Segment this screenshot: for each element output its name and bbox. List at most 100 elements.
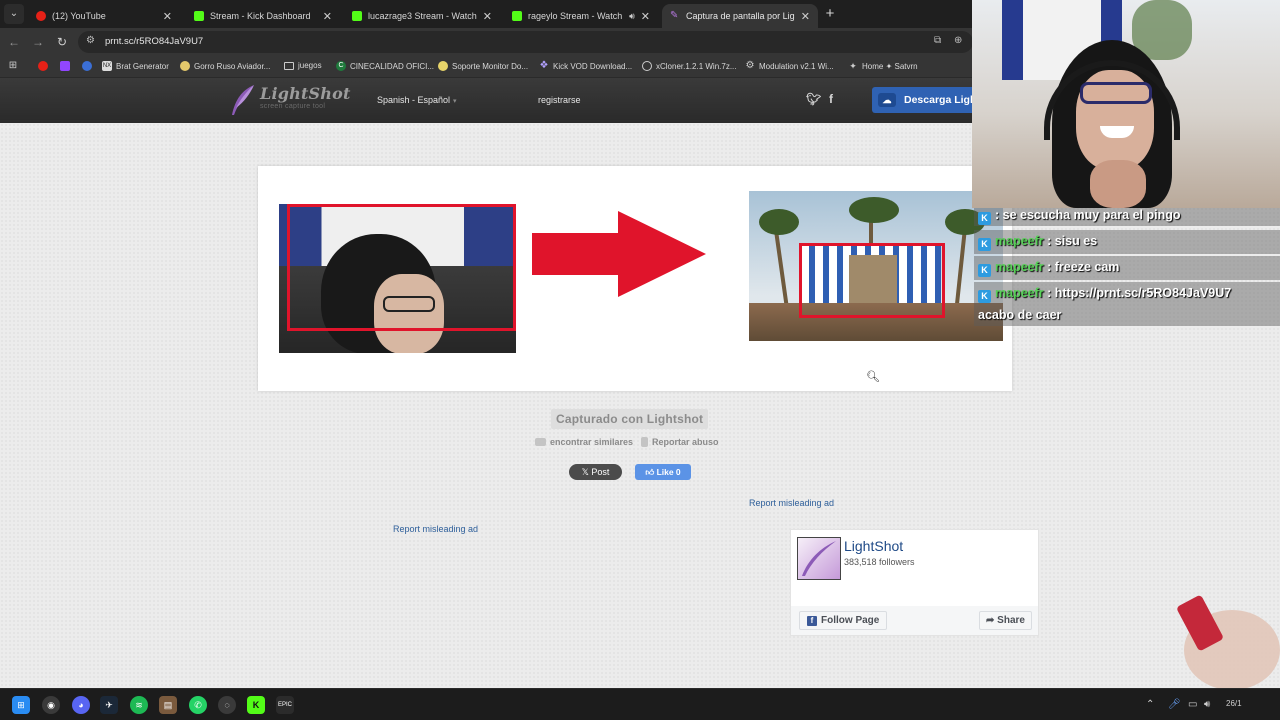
steam-icon[interactable]: ✈ [100, 696, 118, 714]
kick-badge-icon: K [978, 290, 991, 303]
bookmark-brat-generator[interactable]: NX Brat Generator [102, 61, 169, 71]
share-button[interactable]: ➦ Share [979, 611, 1032, 630]
facebook-page-widget: LightShot 383,518 followers f Follow Page… [790, 529, 1039, 636]
tab-rageylo-stream[interactable]: rageylo Stream - Watch Live 🔊︎ ✕ [504, 4, 658, 28]
kick-icon[interactable]: K [247, 696, 265, 714]
bookmark-xcloner[interactable]: xCloner.1.2.1 Win.7z... [642, 61, 736, 71]
bookmark-label: Soporte Monitor Do... [452, 61, 529, 71]
spotify-icon[interactable]: ≋ [130, 696, 148, 714]
bookmark-modulation[interactable]: ⚙ Modulation v2.1 Wi... [745, 61, 834, 71]
bookmark-label: Kick VOD Download... [553, 61, 633, 71]
bookmark-twitch[interactable] [60, 61, 74, 71]
close-tab-icon[interactable]: ✕ [641, 10, 650, 23]
discord-icon[interactable]: ◕ [72, 696, 90, 714]
epic-games-icon[interactable]: EPIC [276, 696, 294, 714]
whatsapp-icon[interactable]: ✆ [189, 696, 207, 714]
report-abuse-link[interactable]: Reportar abuso [652, 437, 719, 447]
stream-chat-overlay: K: se escucha muy para el pingo Kmapeefr… [974, 208, 1280, 326]
url-text[interactable]: prnt.sc/r5RO84JaV9U7 [105, 36, 203, 47]
screenshot-image[interactable] [258, 166, 1012, 391]
app-icon[interactable]: ▤ [159, 696, 177, 714]
cine-icon: C [336, 61, 346, 71]
fb-widget-footer: f Follow Page ➦ Share [791, 606, 1038, 635]
bookmark-folder-juegos[interactable]: juegos [284, 61, 322, 70]
fb-page-name[interactable]: LightShot [844, 538, 903, 554]
close-tab-icon[interactable]: ✕ [323, 10, 332, 23]
bookmark-soporte-monitor[interactable]: Soporte Monitor Do... [438, 61, 528, 71]
microphone-icon[interactable]: 🎤︎ [1168, 699, 1181, 710]
post-label: Post [591, 467, 610, 477]
bookmark-kick-vod[interactable]: ❖ Kick VOD Download... [539, 61, 633, 71]
forward-button[interactable]: → [29, 33, 47, 51]
bookmark-item[interactable] [82, 61, 96, 71]
lightshot-logo[interactable]: LightShot screen capture tool [230, 84, 351, 116]
kick-badge-icon: K [978, 264, 991, 277]
brat-icon: NX [102, 61, 112, 71]
new-tab-button[interactable]: + [822, 5, 838, 22]
kick-icon [512, 11, 522, 21]
chevron-up-icon[interactable]: ⌃ [1146, 699, 1154, 710]
kick-badge-icon: K [978, 238, 991, 251]
close-tab-icon[interactable]: ✕ [801, 10, 810, 23]
install-app-icon[interactable]: ⧉ [934, 35, 941, 46]
chevron-down-icon: ▾ [453, 98, 457, 105]
bookmark-satvrn[interactable]: ✦ Home ✦ Satvrn [848, 61, 918, 71]
reload-button[interactable]: ↻ [53, 33, 71, 51]
highlight-box [287, 204, 516, 331]
back-button[interactable]: ← [5, 33, 23, 51]
facebook-icon[interactable]: f [829, 92, 833, 106]
report-misleading-ad-link[interactable]: Report misleading ad [749, 498, 834, 508]
bookmark-label: juegos [298, 61, 322, 70]
close-tab-icon[interactable]: ✕ [163, 10, 172, 23]
start-menu-icon[interactable]: ⊞ [12, 696, 30, 714]
tab-title: Stream - Kick Dashboard [210, 11, 311, 21]
bookmark-youtube[interactable] [38, 61, 52, 71]
find-similar-link[interactable]: encontrar similares [550, 437, 633, 447]
share-icon: ➦ [986, 615, 998, 626]
kick-icon [194, 11, 204, 21]
tab-search-button[interactable]: ⌄ [4, 4, 24, 24]
volume-icon[interactable]: 🔊︎ [1204, 699, 1210, 710]
logo-wordmark: LightShot [260, 84, 351, 103]
twitch-icon [60, 61, 70, 71]
speaker-icon[interactable]: 🔊︎ [629, 11, 635, 22]
camera-icon [535, 438, 546, 446]
bookmark-cinecalidad[interactable]: C CINECALIDAD OFICI... [336, 61, 434, 71]
tab-youtube[interactable]: (12) YouTube ✕ [28, 4, 180, 28]
download-icon: ☁ [878, 93, 896, 107]
bookmark-gorro-ruso[interactable]: Gorro Ruso Aviador... [180, 61, 270, 71]
star-icon: ✦ [849, 61, 857, 71]
lightshot-icon: ✎ [670, 10, 679, 21]
display-icon[interactable]: ▭ [1188, 699, 1197, 710]
apps-icon[interactable]: ⊞ [8, 61, 22, 71]
follow-page-button[interactable]: f Follow Page [799, 611, 888, 630]
chat-message: K: se escucha muy para el pingo [978, 208, 1180, 225]
x-post-button[interactable]: 𝕏 Post [569, 464, 622, 480]
tab-kick-dashboard[interactable]: Stream - Kick Dashboard ✕ [186, 4, 340, 28]
twitter-icon[interactable]: 🐦︎ [806, 92, 821, 106]
bookmark-label: Home ✦ Satvrn [862, 61, 918, 71]
site-info-icon[interactable]: ⚙ [86, 35, 95, 46]
clock-date[interactable]: 26/1 [1226, 699, 1242, 708]
chat-username: mapeefr [995, 286, 1044, 300]
obs-icon[interactable]: ◌ [218, 696, 236, 714]
facebook-like-button[interactable]: 👍︎ Like 0 [635, 464, 691, 480]
tab-lightshot[interactable]: ✎ Captura de pantalla por Lightsh ✕ [662, 4, 818, 28]
chrome-icon[interactable]: ◉ [42, 696, 60, 714]
image-actions: encontrar similares Reportar abuso [535, 437, 719, 447]
report-misleading-ad-link[interactable]: Report misleading ad [393, 524, 478, 534]
address-bar[interactable]: ⚙ prnt.sc/r5RO84JaV9U7 ⧉ ⊕ [78, 31, 973, 53]
bookmark-label: xCloner.1.2.1 Win.7z... [656, 61, 737, 71]
tab-title: rageylo Stream - Watch Live [528, 11, 625, 21]
language-selector[interactable]: Spanish - Español ▾ [377, 95, 457, 105]
register-link[interactable]: registrarse [538, 95, 581, 105]
lightshot-avatar[interactable] [797, 537, 841, 580]
tab-lucazrage3-stream[interactable]: lucazrage3 Stream - Watch Live ✕ [344, 4, 500, 28]
chat-text: : freeze cam [1047, 260, 1120, 274]
chat-text: : se escucha muy para el pingo [995, 208, 1181, 222]
chat-message: Kmapeefr : freeze cam [978, 260, 1119, 277]
kick-icon [352, 11, 362, 21]
close-tab-icon[interactable]: ✕ [483, 10, 492, 23]
download-button[interactable]: ☁ Descarga Ligh [872, 87, 982, 113]
zoom-icon[interactable]: ⊕ [954, 35, 962, 46]
